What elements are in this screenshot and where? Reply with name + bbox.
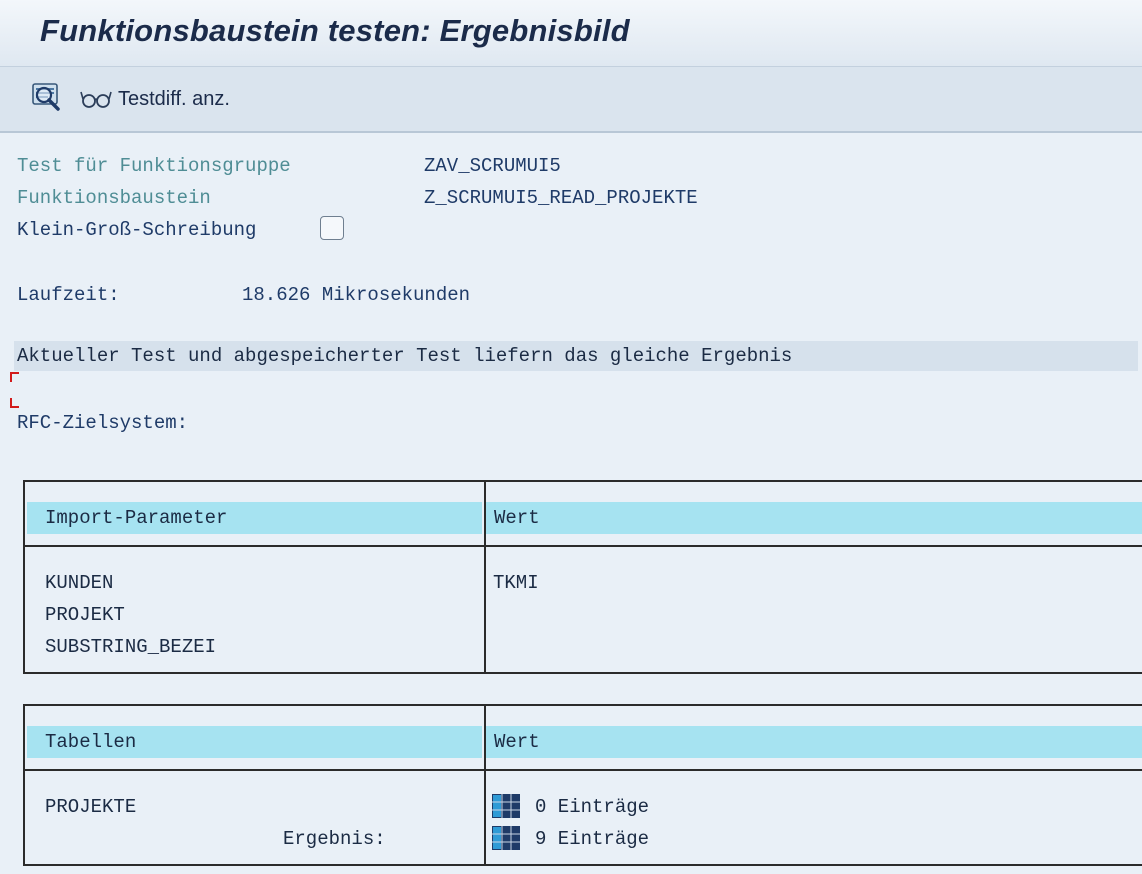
- application-toolbar: Testdiff. anz.: [0, 67, 1142, 133]
- runtime-value: 18.626 Mikrosekunden: [242, 284, 471, 306]
- entries-after: 9 Einträge: [535, 828, 650, 850]
- table-grid-icon[interactable]: [491, 793, 521, 819]
- table-name: PROJEKTE: [45, 796, 137, 818]
- cursor-marker-top: [10, 372, 19, 382]
- header-divider: [25, 545, 1142, 547]
- tables-header: Tabellen: [27, 726, 482, 758]
- testdiff-label: Testdiff. anz.: [118, 87, 230, 110]
- param-value: TKMI: [493, 572, 539, 594]
- entries-before: 0 Einträge: [535, 796, 650, 818]
- param-name: SUBSTRING_BEZEI: [45, 636, 217, 658]
- rfc-target-label: RFC-Zielsystem:: [17, 412, 189, 434]
- param-name: KUNDEN: [45, 572, 114, 594]
- function-group-label: Test für Funktionsgruppe: [17, 155, 291, 177]
- param-name: PROJEKT: [45, 604, 125, 626]
- import-parameter-table: Import-Parameter Wert KUNDEN TKMI PROJEK…: [23, 480, 1142, 674]
- function-module-label: Funktionsbaustein: [17, 187, 211, 209]
- case-sensitive-checkbox[interactable]: [320, 216, 344, 240]
- import-value-header: Wert: [486, 502, 1142, 534]
- window-title: Funktionsbaustein testen: Ergebnisbild: [40, 13, 630, 48]
- glasses-icon: [80, 91, 112, 108]
- execute-magnifier-icon[interactable]: [30, 81, 62, 113]
- title-bar: Funktionsbaustein testen: Ergebnisbild: [0, 0, 1142, 67]
- case-sensitive-label: Klein-Groß-Schreibung: [17, 219, 257, 241]
- function-module-value: Z_SCRUMUI5_READ_PROJEKTE: [424, 187, 698, 209]
- runtime-label: Laufzeit:: [17, 284, 120, 306]
- tables-value-header: Wert: [486, 726, 1142, 758]
- result-label: Ergebnis:: [283, 828, 386, 850]
- compare-message: Aktueller Test und abgespeicherter Test …: [17, 345, 793, 367]
- cursor-marker-bottom: [10, 398, 19, 408]
- function-group-value: ZAV_SCRUMUI5: [424, 155, 561, 177]
- import-parameter-header: Import-Parameter: [27, 502, 482, 534]
- tables-table: Tabellen Wert PROJEKTE Ergebnis: 0 Eintr…: [23, 704, 1142, 866]
- header-divider: [25, 769, 1142, 771]
- table-grid-icon[interactable]: [491, 825, 521, 851]
- testdiff-button[interactable]: Testdiff. anz.: [80, 85, 230, 113]
